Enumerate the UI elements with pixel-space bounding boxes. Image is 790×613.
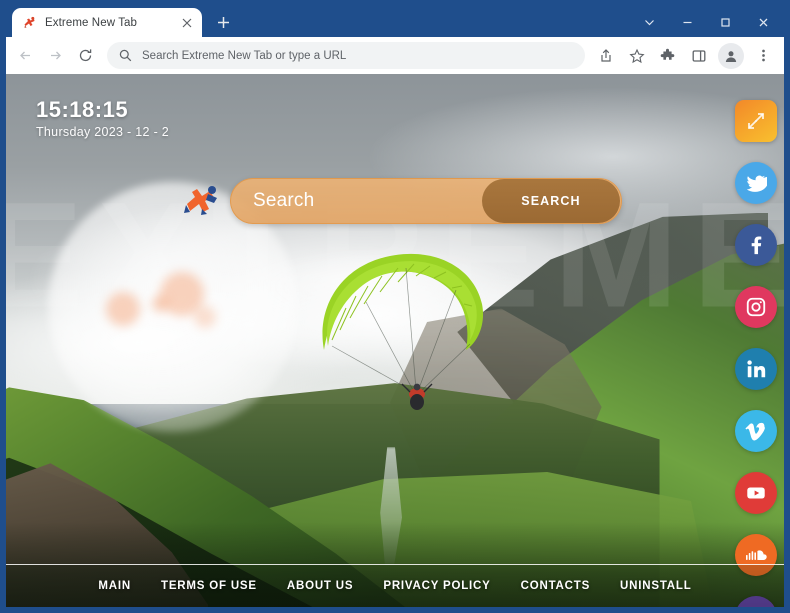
site-search-bar[interactable]: Search SEARCH [230, 178, 622, 224]
clock-time: 15:18:15 [36, 97, 129, 122]
extreme-sports-logo-icon [183, 182, 223, 216]
social-rail [730, 100, 782, 607]
side-panel-icon[interactable] [684, 41, 714, 71]
social-link-twitter[interactable] [735, 162, 777, 204]
footer-link-uninstall[interactable]: UNINSTALL [620, 580, 692, 592]
reload-icon[interactable] [70, 41, 100, 71]
new-tab-page: EXTREME 15:18:15 Thursday 2023 - 12 - 2 … [6, 74, 784, 607]
browser-toolbar: Search Extreme New Tab or type a URL [6, 37, 784, 74]
site-search-button[interactable]: SEARCH [482, 179, 620, 223]
tab-extreme-new-tab[interactable]: Extreme New Tab [12, 8, 202, 37]
social-link-instagram[interactable] [735, 286, 777, 328]
footer-nav: MAIN TERMS OF USE ABOUT US PRIVACY POLIC… [6, 565, 784, 607]
clock-widget: 15:18:15 Thursday 2023 - 12 - 2 [36, 98, 169, 139]
close-icon[interactable] [179, 15, 195, 31]
footer-link-about-us[interactable]: ABOUT US [287, 580, 353, 592]
toolbar-actions [591, 41, 778, 71]
chevron-down-icon[interactable] [630, 9, 668, 37]
minimize-icon[interactable] [668, 9, 706, 37]
close-icon[interactable] [744, 9, 782, 37]
footer-link-main[interactable]: MAIN [98, 580, 131, 592]
search-icon [119, 49, 133, 62]
extreme-newtab-favicon [22, 15, 37, 30]
arrow-left-icon[interactable] [10, 41, 40, 71]
paraglider-illustration [322, 253, 484, 410]
social-link-facebook[interactable] [735, 224, 777, 266]
puzzle-icon[interactable] [653, 41, 683, 71]
tab-title: Extreme New Tab [45, 16, 138, 29]
clock-date: Thursday 2023 - 12 - 2 [36, 125, 170, 140]
arrow-right-icon[interactable] [40, 41, 70, 71]
social-link-vimeo[interactable] [735, 410, 777, 452]
new-tab-button[interactable] [210, 9, 236, 35]
background-photo: EXTREME [6, 74, 784, 607]
browser-window: Extreme New Tab Search Extreme New Tab o… [0, 0, 790, 613]
social-link-youtube[interactable] [735, 472, 777, 514]
tab-strip: Extreme New Tab [6, 4, 784, 37]
footer-link-terms-of-use[interactable]: TERMS OF USE [161, 580, 257, 592]
footer-link-privacy-policy[interactable]: PRIVACY POLICY [383, 580, 490, 592]
site-search-input[interactable]: Search [231, 190, 482, 212]
social-link-linkedin[interactable] [735, 348, 777, 390]
share-icon[interactable] [591, 41, 621, 71]
window-controls [630, 8, 784, 37]
footer-link-contacts[interactable]: CONTACTS [521, 580, 590, 592]
avatar[interactable] [718, 42, 744, 69]
three-dot-menu-icon[interactable] [748, 41, 778, 71]
search-input[interactable]: Search Extreme New Tab or type a URL [107, 42, 585, 69]
omnibox-placeholder: Search Extreme New Tab or type a URL [142, 49, 347, 62]
maximize-icon[interactable] [706, 9, 744, 37]
star-icon[interactable] [622, 41, 652, 71]
expand-collapse-arrows-icon[interactable] [735, 100, 777, 142]
